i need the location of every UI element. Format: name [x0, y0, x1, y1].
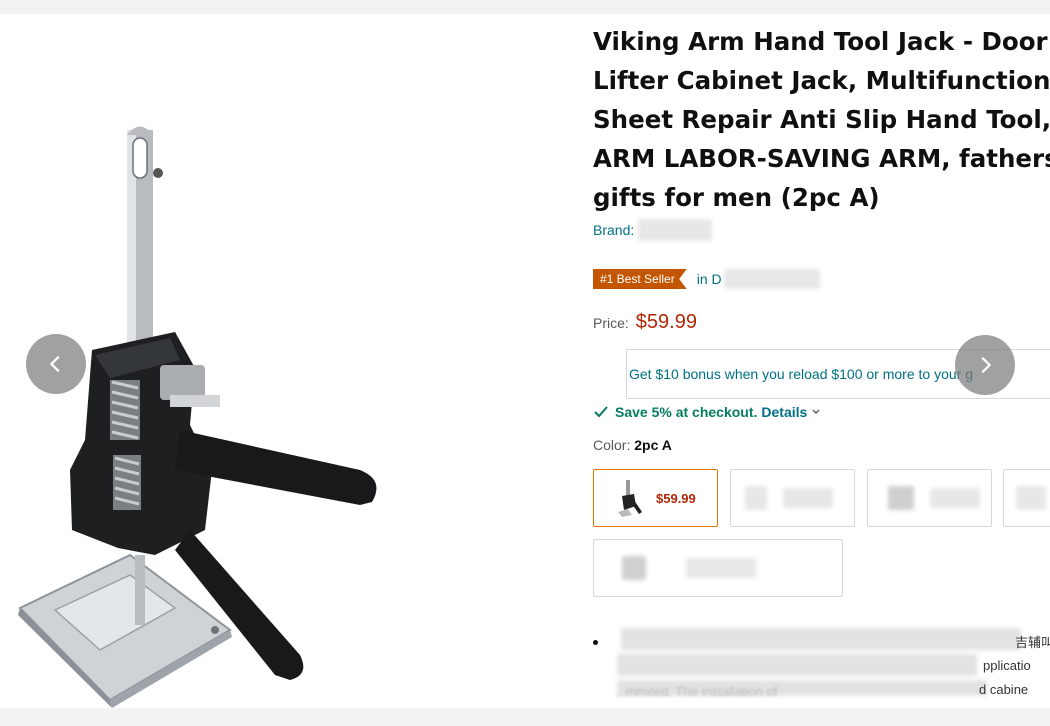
- swatch-option-2[interactable]: [730, 469, 855, 527]
- color-value: 2pc A: [634, 437, 672, 453]
- color-row: Color: 2pc A: [593, 437, 1050, 459]
- bullet-text-redacted: [621, 628, 1021, 650]
- swatch-price: $59.99: [656, 490, 696, 506]
- color-swatches: $59.99: [593, 469, 1050, 599]
- brand-row: Brand:: [593, 219, 1050, 241]
- swatch-thumbnail: [618, 480, 642, 517]
- save-text: Save 5% at checkout.: [615, 404, 758, 420]
- bullet-text-redacted: [617, 654, 977, 676]
- check-icon: [594, 406, 608, 418]
- chevron-down-icon[interactable]: [811, 407, 821, 417]
- product-image[interactable]: [0, 110, 400, 708]
- best-seller-row: #1 Best Seller in D: [593, 267, 1050, 291]
- bullet-fragment-2: pplicatio: [983, 658, 1031, 673]
- brand-name-redacted: [638, 219, 713, 241]
- coupon-row: Save 5% at checkout. Details: [593, 401, 1050, 423]
- swatch-thumbnail-redacted: [888, 486, 914, 510]
- swatch-option-5[interactable]: [593, 539, 843, 597]
- feature-bullets: 吉辅叫 pplicatio d cabine ...mmited. The in…: [593, 622, 1050, 708]
- chevron-right-icon: [981, 356, 992, 374]
- swatch-price-redacted: [686, 558, 756, 578]
- swatch-option-4[interactable]: [1003, 469, 1050, 527]
- price-value: $59.99: [635, 311, 697, 333]
- next-image-button[interactable]: [955, 335, 1015, 395]
- category-name-redacted: [723, 269, 820, 289]
- swatch-selected[interactable]: $59.99: [593, 469, 718, 527]
- bullet-fragment-3: d cabine: [979, 682, 1029, 697]
- swatch-price-redacted: [930, 488, 980, 508]
- bullet-fragment-1: 吉辅叫: [1015, 635, 1050, 650]
- color-label: Color:: [593, 437, 631, 453]
- price-label: Price:: [593, 315, 629, 331]
- swatch-thumbnail-redacted: [1016, 486, 1046, 510]
- product-title[interactable]: Viking Arm Hand Tool Jack - Door Lifter …: [593, 22, 1050, 217]
- bullet-fragment-4: ...mmited. The installation of: [615, 684, 778, 699]
- swatch-price-redacted: [783, 488, 833, 508]
- brand-label[interactable]: Brand:: [593, 222, 634, 238]
- best-seller-category-link[interactable]: in D: [697, 271, 722, 287]
- bottom-divider: [0, 708, 1050, 726]
- top-divider: [0, 0, 1050, 14]
- bullet-dot: [593, 640, 598, 645]
- promo-text[interactable]: Get $10 bonus when you reload $100 or mo…: [629, 366, 973, 382]
- previous-image-button[interactable]: [26, 334, 86, 394]
- swatch-thumbnail-redacted: [745, 486, 767, 510]
- best-seller-badge[interactable]: #1 Best Seller: [593, 269, 687, 289]
- swatch-option-3[interactable]: [867, 469, 992, 527]
- swatch-thumbnail-redacted: [622, 556, 646, 580]
- details-link[interactable]: Details: [761, 404, 807, 420]
- chevron-left-icon: [49, 355, 60, 373]
